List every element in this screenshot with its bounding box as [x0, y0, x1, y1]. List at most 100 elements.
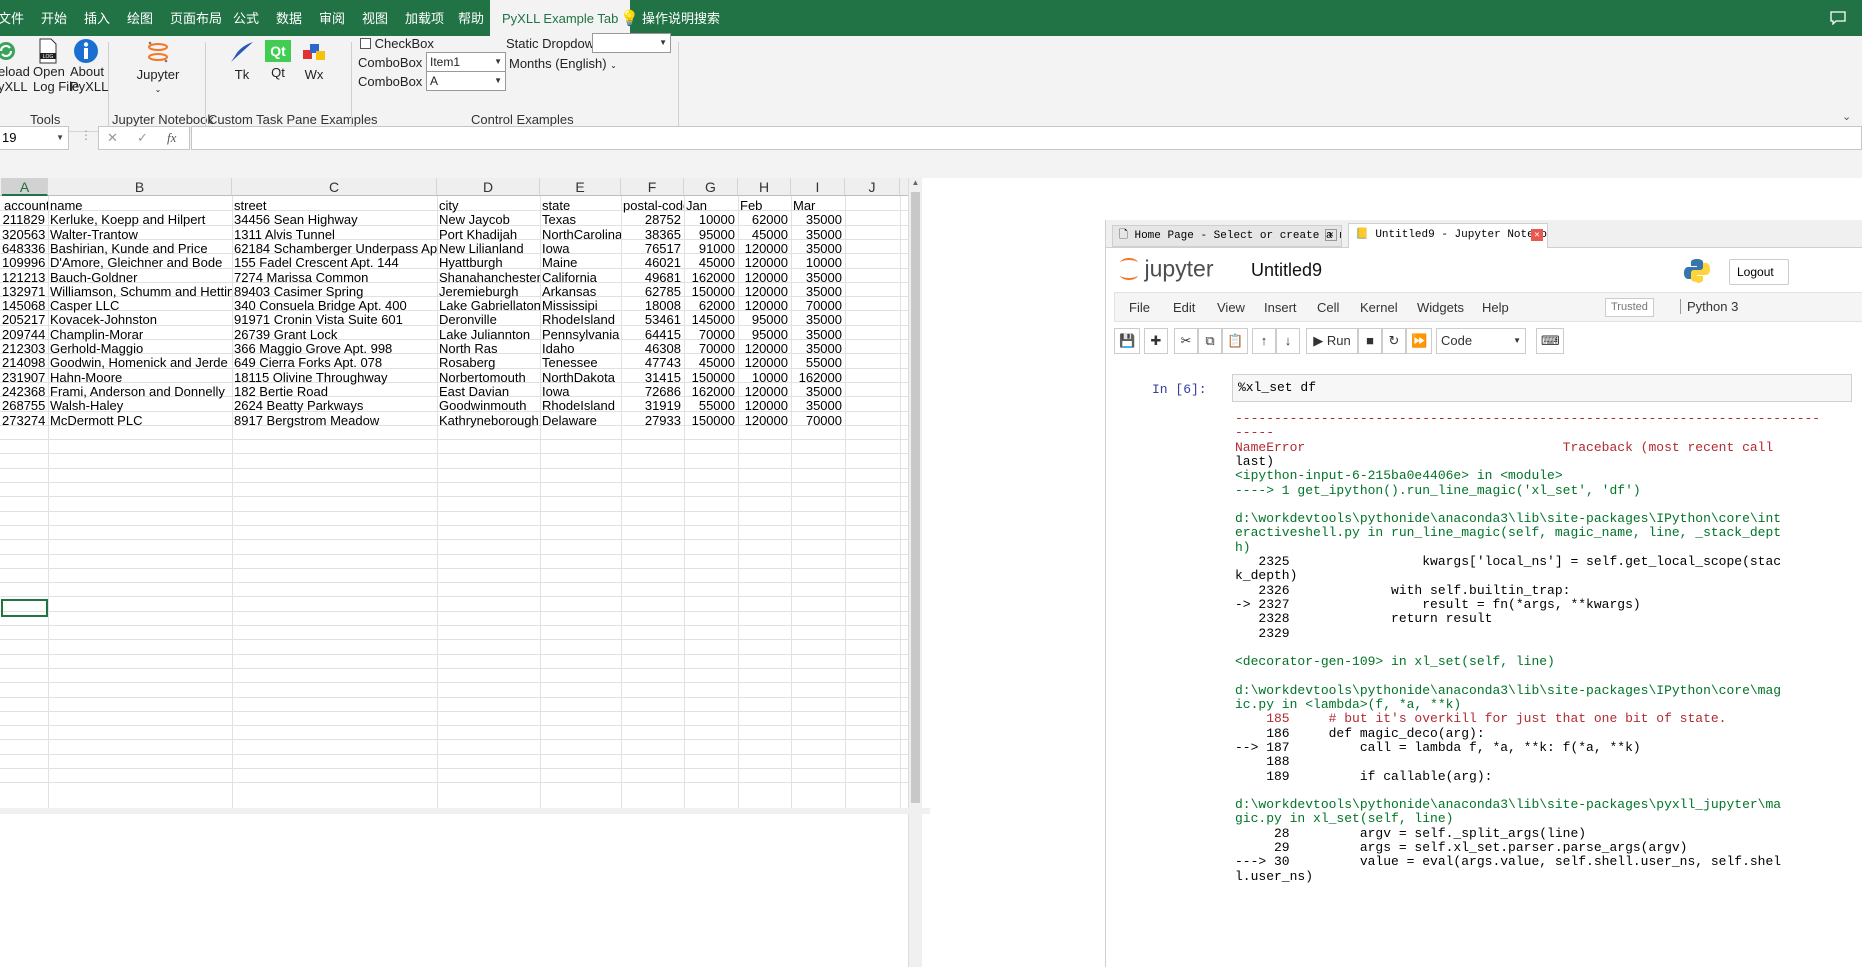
reload-pyxll-button[interactable]: eload yXLL — [0, 38, 30, 94]
vertical-scrollbar[interactable]: ▲ ▼ — [908, 178, 922, 967]
col-header-i[interactable]: I — [791, 178, 845, 196]
table-cell[interactable]: 273274 — [2, 412, 48, 429]
chevron-down-icon[interactable]: ▼ — [1513, 329, 1521, 353]
tab-page-layout[interactable]: 页面布局 — [170, 0, 222, 36]
open-log-button[interactable]: LOG Open Log File — [33, 38, 79, 94]
table-cell[interactable]: McDermott PLC — [48, 412, 232, 429]
table-cell[interactable]: 70000 — [791, 412, 845, 429]
menu-widgets[interactable]: Widgets — [1417, 300, 1464, 315]
cut-icon[interactable]: ✂ — [1174, 328, 1198, 354]
code-cell-input[interactable]: %xl_set df — [1232, 374, 1852, 402]
jupyter-button[interactable]: Jupyter ⌄ — [135, 40, 181, 97]
trusted-indicator[interactable]: Trusted — [1605, 298, 1654, 317]
name-box[interactable]: 19 ▼ — [0, 126, 69, 150]
collapse-ribbon-icon[interactable]: ⌄ — [1842, 110, 1851, 125]
active-cell-selection[interactable] — [1, 599, 48, 617]
scrollbar-thumb[interactable] — [911, 192, 920, 803]
menu-file[interactable]: File — [1129, 300, 1150, 315]
tab-file[interactable]: 文件 — [0, 0, 24, 36]
keyboard-icon[interactable]: ⌨ — [1536, 328, 1564, 354]
col-header-j[interactable]: J — [845, 178, 900, 196]
tell-me-search[interactable]: 操作说明搜索 — [642, 0, 720, 36]
move-up-icon[interactable]: ↑ — [1252, 328, 1276, 354]
jupyter-logo[interactable]: jupyter — [1118, 254, 1214, 284]
tab-data[interactable]: 数据 — [276, 0, 302, 36]
save-icon[interactable]: 💾 — [1114, 328, 1141, 354]
tab-formulas[interactable]: 公式 — [233, 0, 259, 36]
menu-edit[interactable]: Edit — [1173, 300, 1195, 315]
col-header-a[interactable]: A — [2, 178, 48, 196]
checkbox-control[interactable]: CheckBox — [360, 36, 434, 51]
chevron-down-icon[interactable]: ▼ — [494, 72, 502, 90]
tab-view[interactable]: 视图 — [362, 0, 388, 36]
tab-pyxll-example[interactable]: PyXLL Example Tab — [490, 0, 631, 36]
tab-review[interactable]: 审阅 — [319, 0, 345, 36]
browser-tab-strip: 🗋 Home Page - Select or create a noteboo… — [1106, 220, 1862, 248]
grid-line — [0, 467, 908, 469]
col-header-g[interactable]: G — [684, 178, 738, 196]
menu-view[interactable]: View — [1217, 300, 1245, 315]
table-cell[interactable]: Delaware — [540, 412, 621, 429]
tk-button[interactable]: Tk — [228, 40, 256, 82]
col-header-c[interactable]: C — [232, 178, 437, 196]
browser-tab-notebook[interactable]: 📒 Untitled9 - Jupyter Notebook ✕ — [1348, 223, 1548, 248]
tab-addins[interactable]: 加载项 — [405, 0, 444, 36]
table-cell[interactable]: Kathryneborough — [437, 412, 540, 429]
checkbox-box[interactable] — [360, 38, 371, 49]
wx-logo-icon — [303, 44, 325, 60]
insert-function-icon[interactable]: fx — [167, 127, 176, 149]
col-header-d[interactable]: D — [437, 178, 540, 196]
add-cell-icon[interactable]: ✚ — [1144, 328, 1168, 354]
tab-insert[interactable]: 插入 — [84, 0, 110, 36]
restart-icon[interactable]: ↻ — [1382, 328, 1406, 354]
drag-handle-icon[interactable]: ⋮ — [80, 128, 92, 142]
browser-tab-home[interactable]: 🗋 Home Page - Select or create a noteboo… — [1112, 225, 1342, 247]
combobox1[interactable]: Item1 ▼ — [426, 52, 506, 72]
menu-cell[interactable]: Cell — [1317, 300, 1339, 315]
restart-run-all-icon[interactable]: ⏩ — [1406, 328, 1433, 354]
tk-label: Tk — [234, 67, 250, 82]
copy-icon[interactable]: ⧉ — [1198, 328, 1222, 354]
enter-icon[interactable]: ✓ — [137, 127, 148, 149]
qt-button[interactable]: Qt Qt — [264, 40, 292, 80]
table-cell[interactable]: 8917 Bergstrom Meadow — [232, 412, 437, 429]
combobox2[interactable]: A ▼ — [426, 71, 506, 91]
chevron-down-icon[interactable]: ▼ — [56, 127, 64, 149]
close-icon[interactable]: ✕ — [1531, 229, 1543, 241]
menu-kernel[interactable]: Kernel — [1360, 300, 1398, 315]
svg-text:LOG: LOG — [43, 54, 54, 60]
static-dropdown[interactable]: ▼ — [592, 33, 671, 53]
tab-help[interactable]: 帮助 — [458, 0, 484, 36]
spreadsheet-grid[interactable]: A B C D E F G H I J account name street cit… — [0, 178, 1077, 967]
chevron-down-icon[interactable]: ▼ — [659, 34, 667, 52]
chevron-down-icon[interactable]: ▼ — [494, 53, 502, 71]
traceback-line: ----> 1 get_ipython().run_line_magic('xl… — [1235, 482, 1641, 498]
paste-icon[interactable]: 📋 — [1222, 328, 1249, 354]
col-header-f[interactable]: F — [621, 178, 684, 196]
months-dropdown[interactable]: Months (English) ⌄ — [509, 56, 617, 73]
tab-draw[interactable]: 绘图 — [127, 0, 153, 36]
col-header-b[interactable]: B — [48, 178, 232, 196]
wx-button[interactable]: Wx — [300, 40, 328, 82]
move-down-icon[interactable]: ↓ — [1276, 328, 1300, 354]
grid-line — [0, 782, 908, 784]
menu-help[interactable]: Help — [1482, 300, 1509, 315]
cancel-icon[interactable]: ✕ — [107, 127, 118, 149]
table-cell[interactable]: 150000 — [684, 412, 738, 429]
cell-type-select[interactable]: Code ▼ — [1436, 328, 1526, 354]
close-icon[interactable]: ✕ — [1325, 229, 1337, 241]
comments-icon[interactable] — [1830, 0, 1846, 36]
menu-insert[interactable]: Insert — [1264, 300, 1297, 315]
notebook-title[interactable]: Untitled9 — [1251, 260, 1322, 281]
formula-input[interactable] — [191, 126, 1862, 150]
col-header-e[interactable]: E — [540, 178, 621, 196]
table-cell[interactable]: 120000 — [738, 412, 791, 429]
stop-icon[interactable]: ■ — [1358, 328, 1382, 354]
run-button[interactable]: ▶ Run — [1306, 328, 1358, 354]
about-pyxll-button[interactable]: About PyXLL — [70, 38, 108, 94]
scroll-up-icon[interactable]: ▲ — [909, 178, 922, 187]
table-cell[interactable]: 27933 — [621, 412, 684, 429]
tab-home[interactable]: 开始 — [41, 0, 67, 36]
col-header-h[interactable]: H — [738, 178, 791, 196]
logout-button[interactable]: Logout — [1729, 259, 1789, 285]
